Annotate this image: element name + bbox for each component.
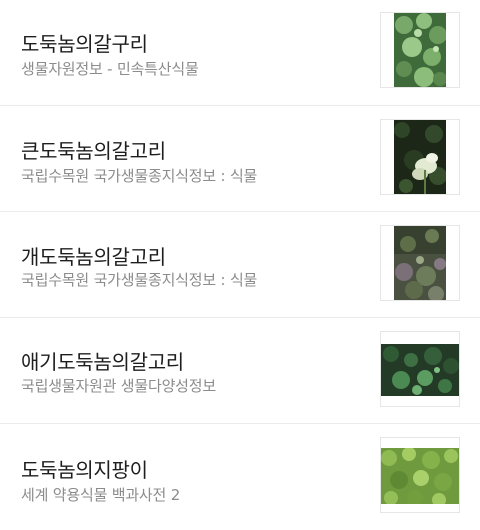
result-item-1[interactable]: 도둑놈의갈구리 생물자원정보 - 민속특산식물 [0, 0, 480, 106]
search-result-list: 도둑놈의갈구리 생물자원정보 - 민속특산식물 큰도둑놈의갈고리 국립수목원 국… [0, 0, 480, 527]
result-title[interactable]: 애기도둑놈의갈고리 [21, 346, 184, 375]
plant-photo-icon[interactable] [380, 331, 460, 407]
plant-photo-icon[interactable] [380, 225, 460, 301]
plant-photo-icon[interactable] [380, 12, 460, 88]
result-item-4[interactable]: 애기도둑놈의갈고리 국립생물자원관 생물다양성정보 [0, 318, 480, 424]
result-source: 세계 약용식물 백과사전 2 [21, 486, 181, 504]
result-title[interactable]: 도둑놈의지팡이 [21, 454, 148, 483]
result-source: 생물자원정보 - 민속특산식물 [21, 60, 199, 78]
result-title[interactable]: 도둑놈의갈구리 [21, 28, 148, 57]
result-title[interactable]: 큰도둑놈의갈고리 [21, 135, 166, 164]
result-title[interactable]: 개도둑놈의갈고리 [21, 241, 166, 270]
plant-photo-icon[interactable] [380, 437, 460, 513]
plant-photo-icon[interactable] [380, 119, 460, 195]
result-item-2[interactable]: 큰도둑놈의갈고리 국립수목원 국가생물종지식정보 : 식물 [0, 106, 480, 212]
result-item-3[interactable]: 개도둑놈의갈고리 국립수목원 국가생물종지식정보 : 식물 [0, 212, 480, 318]
result-source: 국립생물자원관 생물다양성정보 [21, 377, 216, 395]
result-source: 국립수목원 국가생물종지식정보 : 식물 [21, 271, 258, 289]
result-item-5[interactable]: 도둑놈의지팡이 세계 약용식물 백과사전 2 [0, 424, 480, 530]
result-source: 국립수목원 국가생물종지식정보 : 식물 [21, 167, 258, 185]
